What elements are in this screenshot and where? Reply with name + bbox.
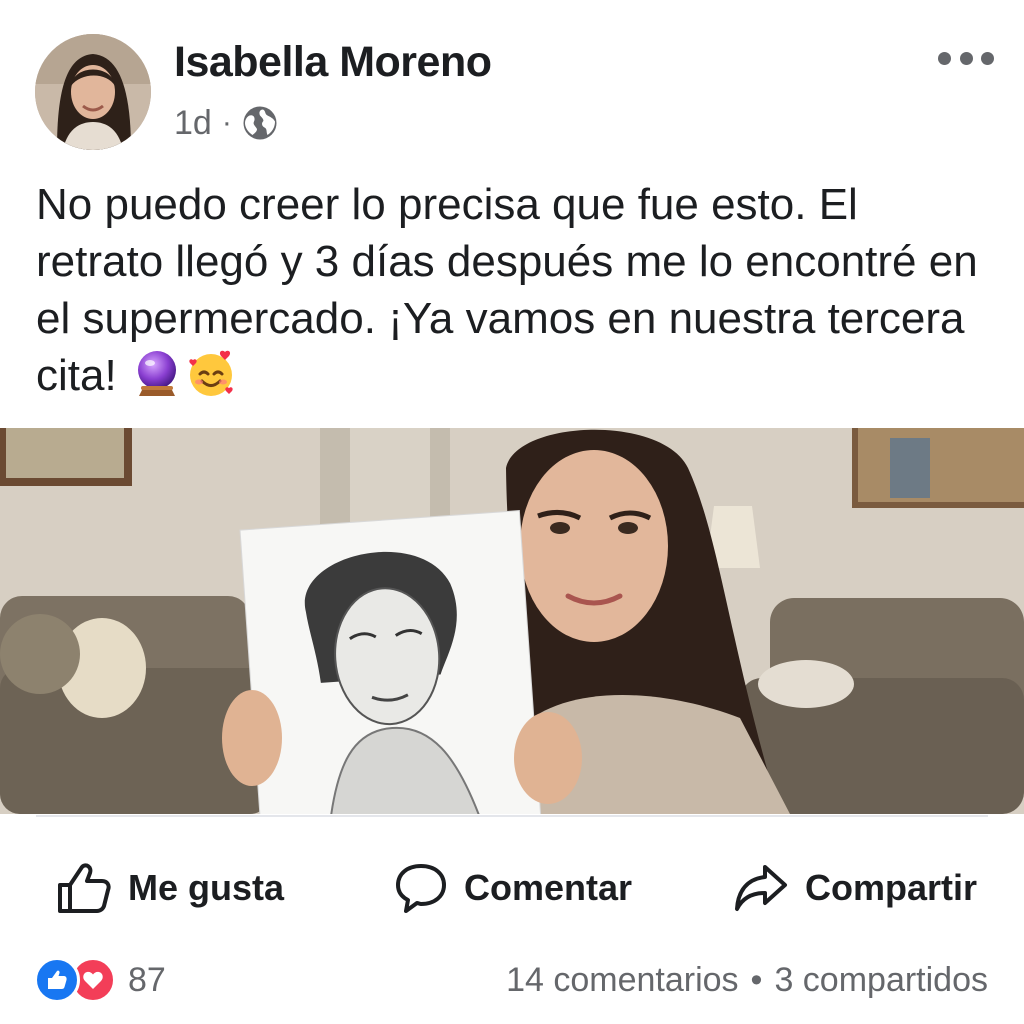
globe-icon[interactable] — [242, 105, 278, 141]
post-meta: 1d · — [174, 100, 278, 146]
meta-separator: · — [221, 106, 232, 139]
like-label: Me gusta — [128, 867, 285, 908]
author-avatar[interactable] — [35, 34, 151, 150]
action-divider — [36, 815, 988, 817]
share-label: Compartir — [805, 867, 978, 908]
post-timestamp[interactable]: 1d — [174, 104, 212, 143]
share-button[interactable]: Compartir — [733, 858, 977, 918]
more-horizontal-icon — [938, 51, 951, 65]
avatar-photo — [35, 34, 151, 150]
comment-button[interactable]: Comentar — [394, 858, 632, 918]
counts-separator: • — [750, 960, 763, 999]
post-text: No puedo creer lo precisa que fue esto. … — [36, 176, 996, 404]
engagement-counts: 14 comentarios • 3 compartidos — [506, 956, 988, 1004]
reactions-summary[interactable]: 87 — [34, 956, 166, 1004]
comment-bubble-icon — [396, 864, 446, 913]
like-reaction-icon — [34, 957, 80, 1003]
more-options-button[interactable] — [938, 40, 994, 76]
thumbs-up-icon — [58, 863, 111, 913]
reaction-count: 87 — [128, 960, 166, 999]
crystal-ball-emoji — [137, 351, 176, 396]
shares-count-link[interactable]: 3 compartidos — [774, 961, 988, 1000]
share-arrow-icon — [735, 865, 787, 911]
smiling-face-with-hearts-emoji — [189, 350, 233, 396]
like-button[interactable]: Me gusta — [56, 858, 284, 918]
author-name[interactable]: Isabella Moreno — [174, 38, 492, 87]
post-photo[interactable] — [0, 428, 1024, 814]
comment-label: Comentar — [464, 867, 633, 908]
photo-illustration — [0, 428, 1024, 814]
comments-count-link[interactable]: 14 comentarios — [506, 961, 738, 1000]
